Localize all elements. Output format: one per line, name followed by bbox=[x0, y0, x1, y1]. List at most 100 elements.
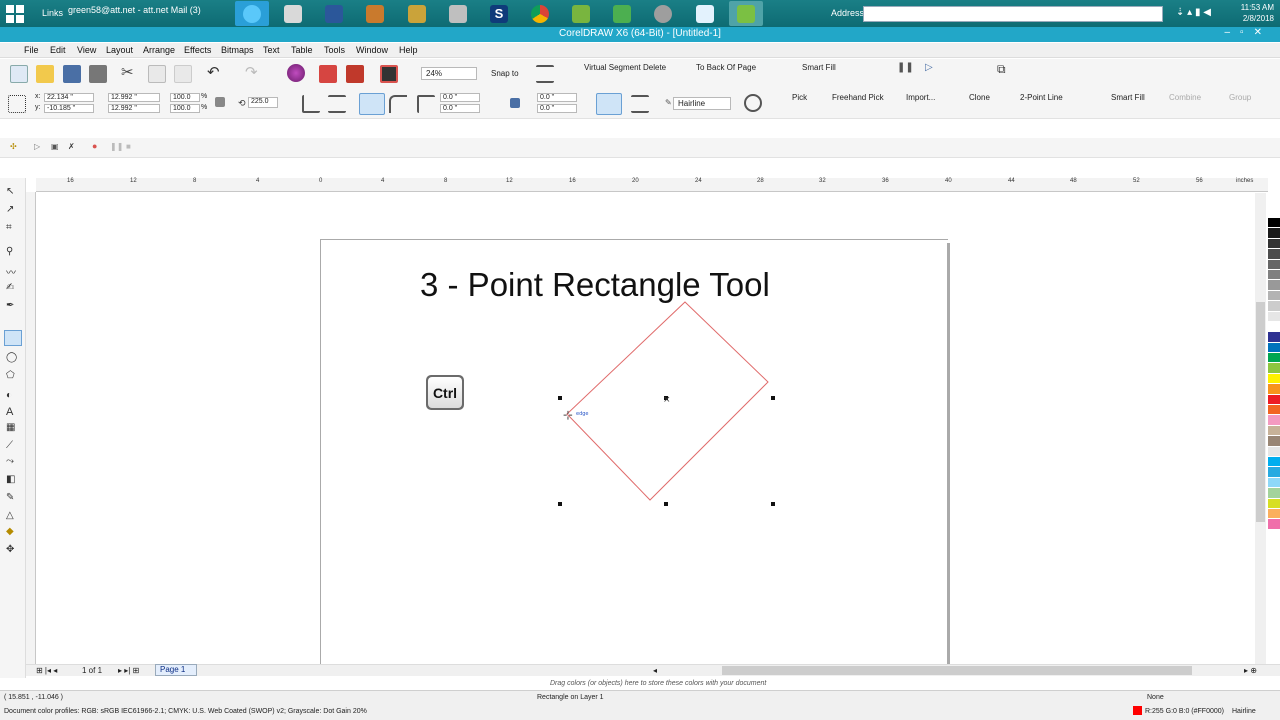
first-page-icon[interactable]: ⊞ |◂ ◂ bbox=[36, 666, 57, 675]
next-page-icon[interactable]: ▸ ▸| ⊞ bbox=[118, 666, 139, 675]
y-position-field[interactable]: -10.185 " bbox=[44, 104, 94, 113]
palette-swatch[interactable] bbox=[1268, 477, 1280, 489]
leaf-icon[interactable] bbox=[605, 1, 639, 26]
freehand-tool-icon[interactable]: 〰 bbox=[6, 264, 20, 279]
text-tool-icon[interactable]: A bbox=[6, 406, 20, 418]
scale-y-field[interactable]: 100.0 bbox=[170, 104, 200, 113]
palette-swatch[interactable] bbox=[1268, 602, 1280, 613]
corel-icon[interactable] bbox=[564, 1, 598, 26]
paste-icon[interactable] bbox=[174, 65, 192, 83]
palette-swatch[interactable] bbox=[1268, 446, 1280, 457]
scalloped-corner-icon[interactable] bbox=[389, 95, 407, 113]
selection-handle[interactable] bbox=[771, 502, 775, 506]
rectangle-tool-icon[interactable] bbox=[4, 330, 22, 346]
object-origin-icon[interactable] bbox=[8, 95, 26, 113]
links-label[interactable]: Links bbox=[42, 8, 63, 18]
window-controls[interactable]: –▫✕ bbox=[1225, 27, 1273, 38]
palette-swatch[interactable] bbox=[1268, 311, 1280, 322]
blend-tool-icon[interactable]: ◧ bbox=[6, 474, 20, 486]
pause-icon[interactable]: ❚❚ bbox=[897, 62, 915, 80]
menu-arrange[interactable]: Arrange bbox=[143, 45, 175, 55]
macro-editor-icon[interactable]: ▣ bbox=[51, 142, 59, 151]
palette-swatch[interactable] bbox=[1268, 415, 1280, 426]
to-back-of-page-button[interactable]: To Back Of Page bbox=[696, 63, 756, 72]
save-icon[interactable] bbox=[63, 65, 81, 83]
palette-swatch[interactable] bbox=[1268, 363, 1280, 374]
macro-manager-icon[interactable]: ✗ bbox=[68, 142, 75, 151]
palette-swatch[interactable] bbox=[1268, 301, 1280, 312]
menu-bitmaps[interactable]: Bitmaps bbox=[221, 45, 254, 55]
snap-to-button[interactable]: Snap to bbox=[491, 69, 519, 78]
rotated-rectangle-selection[interactable]: × ⊹ edge bbox=[555, 292, 780, 510]
menu-text[interactable]: Text bbox=[263, 45, 280, 55]
play-icon[interactable]: ▷ bbox=[925, 62, 943, 80]
address-input[interactable] bbox=[863, 6, 1163, 22]
options-icon[interactable] bbox=[536, 65, 554, 83]
mail-tab[interactable]: green58@att.net - att.net Mail (3) bbox=[68, 5, 201, 15]
corner-radius-bottom-left[interactable]: 0.0 " bbox=[440, 104, 480, 113]
s-app-icon[interactable]: S bbox=[482, 1, 516, 26]
import-icon[interactable] bbox=[319, 65, 337, 83]
palette-swatch[interactable] bbox=[1268, 259, 1280, 270]
color-palette[interactable] bbox=[1268, 218, 1280, 668]
convert-to-curves-icon[interactable] bbox=[744, 94, 762, 112]
cut-icon[interactable]: ✂ bbox=[121, 65, 139, 83]
shape-tool-icon[interactable]: ↗ bbox=[6, 204, 20, 216]
app-icon[interactable] bbox=[358, 1, 392, 26]
smart-drawing-tool-icon[interactable]: ✍ bbox=[6, 282, 20, 294]
palette-swatch[interactable] bbox=[1268, 332, 1280, 343]
smart-fill-tool-button[interactable]: Smart Fill bbox=[1111, 93, 1145, 102]
zoom-level-select[interactable]: 24% bbox=[421, 67, 477, 80]
document-icon[interactable] bbox=[688, 1, 722, 26]
vertical-scroll-thumb[interactable] bbox=[1256, 302, 1265, 522]
stop-record-icon[interactable]: ■ bbox=[126, 142, 131, 151]
relative-corner-scaling-icon[interactable] bbox=[596, 93, 622, 115]
palette-swatch[interactable] bbox=[1268, 467, 1280, 478]
palette-swatch[interactable] bbox=[1268, 321, 1280, 333]
palette-swatch[interactable] bbox=[1268, 456, 1280, 468]
menu-layout[interactable]: Layout bbox=[106, 45, 133, 55]
palette-swatch[interactable] bbox=[1268, 228, 1280, 239]
freehand-pick-button[interactable]: Freehand Pick bbox=[832, 93, 884, 102]
palette-swatch[interactable] bbox=[1268, 519, 1280, 530]
palette-swatch[interactable] bbox=[1268, 592, 1280, 603]
windows-start-icon[interactable] bbox=[6, 5, 24, 23]
palette-swatch[interactable] bbox=[1268, 269, 1280, 281]
artistic-media-tool-icon[interactable]: ✒ bbox=[6, 300, 20, 312]
palette-swatch[interactable] bbox=[1268, 373, 1280, 385]
chamfered-corner-icon[interactable] bbox=[417, 95, 435, 113]
menu-tools[interactable]: Tools bbox=[324, 45, 345, 55]
palette-swatch[interactable] bbox=[1268, 290, 1280, 302]
height-field[interactable]: 12.992 " bbox=[108, 104, 160, 113]
color-profiles-status[interactable]: Document color profiles: RGB: sRGB IEC61… bbox=[4, 708, 367, 715]
ellipse-tool-icon[interactable]: ◯ bbox=[6, 352, 20, 364]
polygon-tool-icon[interactable]: ⬠ bbox=[6, 370, 20, 382]
palette-swatch[interactable] bbox=[1268, 633, 1280, 645]
word-icon[interactable] bbox=[317, 1, 351, 26]
smart-fill-button[interactable]: Smart Fill bbox=[802, 63, 836, 72]
selection-handle[interactable] bbox=[558, 502, 562, 506]
export-icon[interactable] bbox=[346, 65, 364, 83]
calendar-icon[interactable] bbox=[276, 1, 310, 26]
palette-swatch[interactable] bbox=[1268, 238, 1280, 250]
palette-swatch[interactable] bbox=[1268, 560, 1280, 572]
menu-help[interactable]: Help bbox=[399, 45, 418, 55]
scale-x-field[interactable]: 100.0 bbox=[170, 93, 200, 102]
group-button[interactable]: Group bbox=[1229, 93, 1251, 102]
palette-swatch[interactable] bbox=[1268, 425, 1280, 437]
combine-button[interactable]: Combine bbox=[1169, 93, 1201, 102]
palette-swatch[interactable] bbox=[1268, 436, 1280, 447]
connector-tool-icon[interactable]: ⤳ bbox=[6, 456, 20, 468]
palette-swatch[interactable] bbox=[1268, 540, 1280, 551]
globe-icon[interactable] bbox=[646, 1, 680, 26]
run-macro-icon[interactable]: ▷ bbox=[34, 142, 40, 151]
interactive-fill-tool-icon[interactable]: ✥ bbox=[6, 544, 20, 556]
outline-width-select[interactable]: Hairline bbox=[673, 97, 731, 110]
rotation-field[interactable]: 225.0 bbox=[248, 97, 278, 108]
horizontal-scroll-thumb[interactable] bbox=[722, 666, 1192, 675]
customize-icon[interactable]: ⧉ bbox=[997, 62, 1015, 80]
x-position-field[interactable]: 22.134 " bbox=[44, 93, 94, 102]
outline-pen-tool-icon[interactable]: △ bbox=[6, 510, 20, 522]
selection-handle[interactable] bbox=[664, 502, 668, 506]
eyedropper-tool-icon[interactable]: ✎ bbox=[6, 492, 20, 504]
